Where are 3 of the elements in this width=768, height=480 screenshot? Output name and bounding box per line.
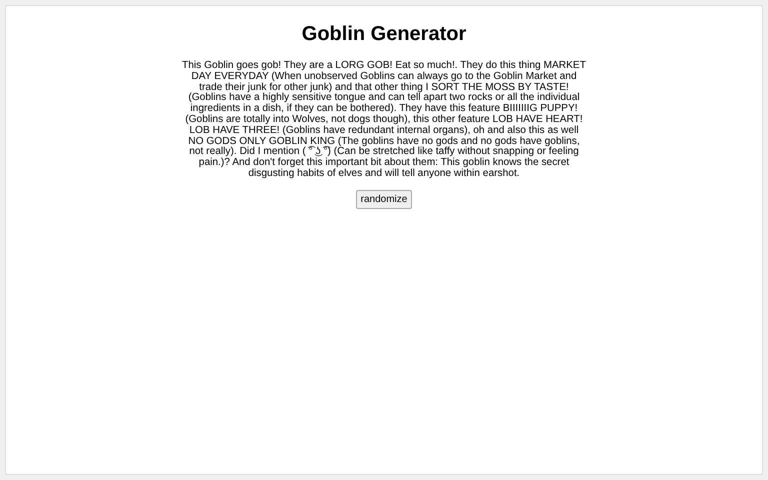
page-title: Goblin Generator bbox=[302, 22, 466, 47]
randomize-button[interactable]: randomize bbox=[356, 190, 412, 209]
goblin-description: This Goblin goes gob! They are a LORG GOB! Eat so much!. They do this thing MARKET DAY EVERYDAY (When unobserved Goblins can always go to the Goblin Market and trade their junk for other junk) and that other thing I SORT THE MOSS BY TASTE! (Goblins have a highly sensitive tongue and can tell apart two rocks or all the individual ingredients in a dish, if they can be bothered). They have this feature BIIIIIIIG PUPPY! (Goblins are totally into Wolves, not dogs though), this other feature LOB HAVE HEART! LOB HAVE THREE! (Goblins have redundant internal organs), oh and also this as well NO GODS ONLY GOBLIN KING (The goblins have no gods and no gods have goblins, not really). Did I mention ( ͡° ͜ʖ ͡°) (Can be stretched like taffy without snapping or feeling pain.)? And don't forget this important bit about them: This goblin knows the secret disgusting habits of elves and will tell anyone within earshot. bbox=[182, 61, 586, 180]
